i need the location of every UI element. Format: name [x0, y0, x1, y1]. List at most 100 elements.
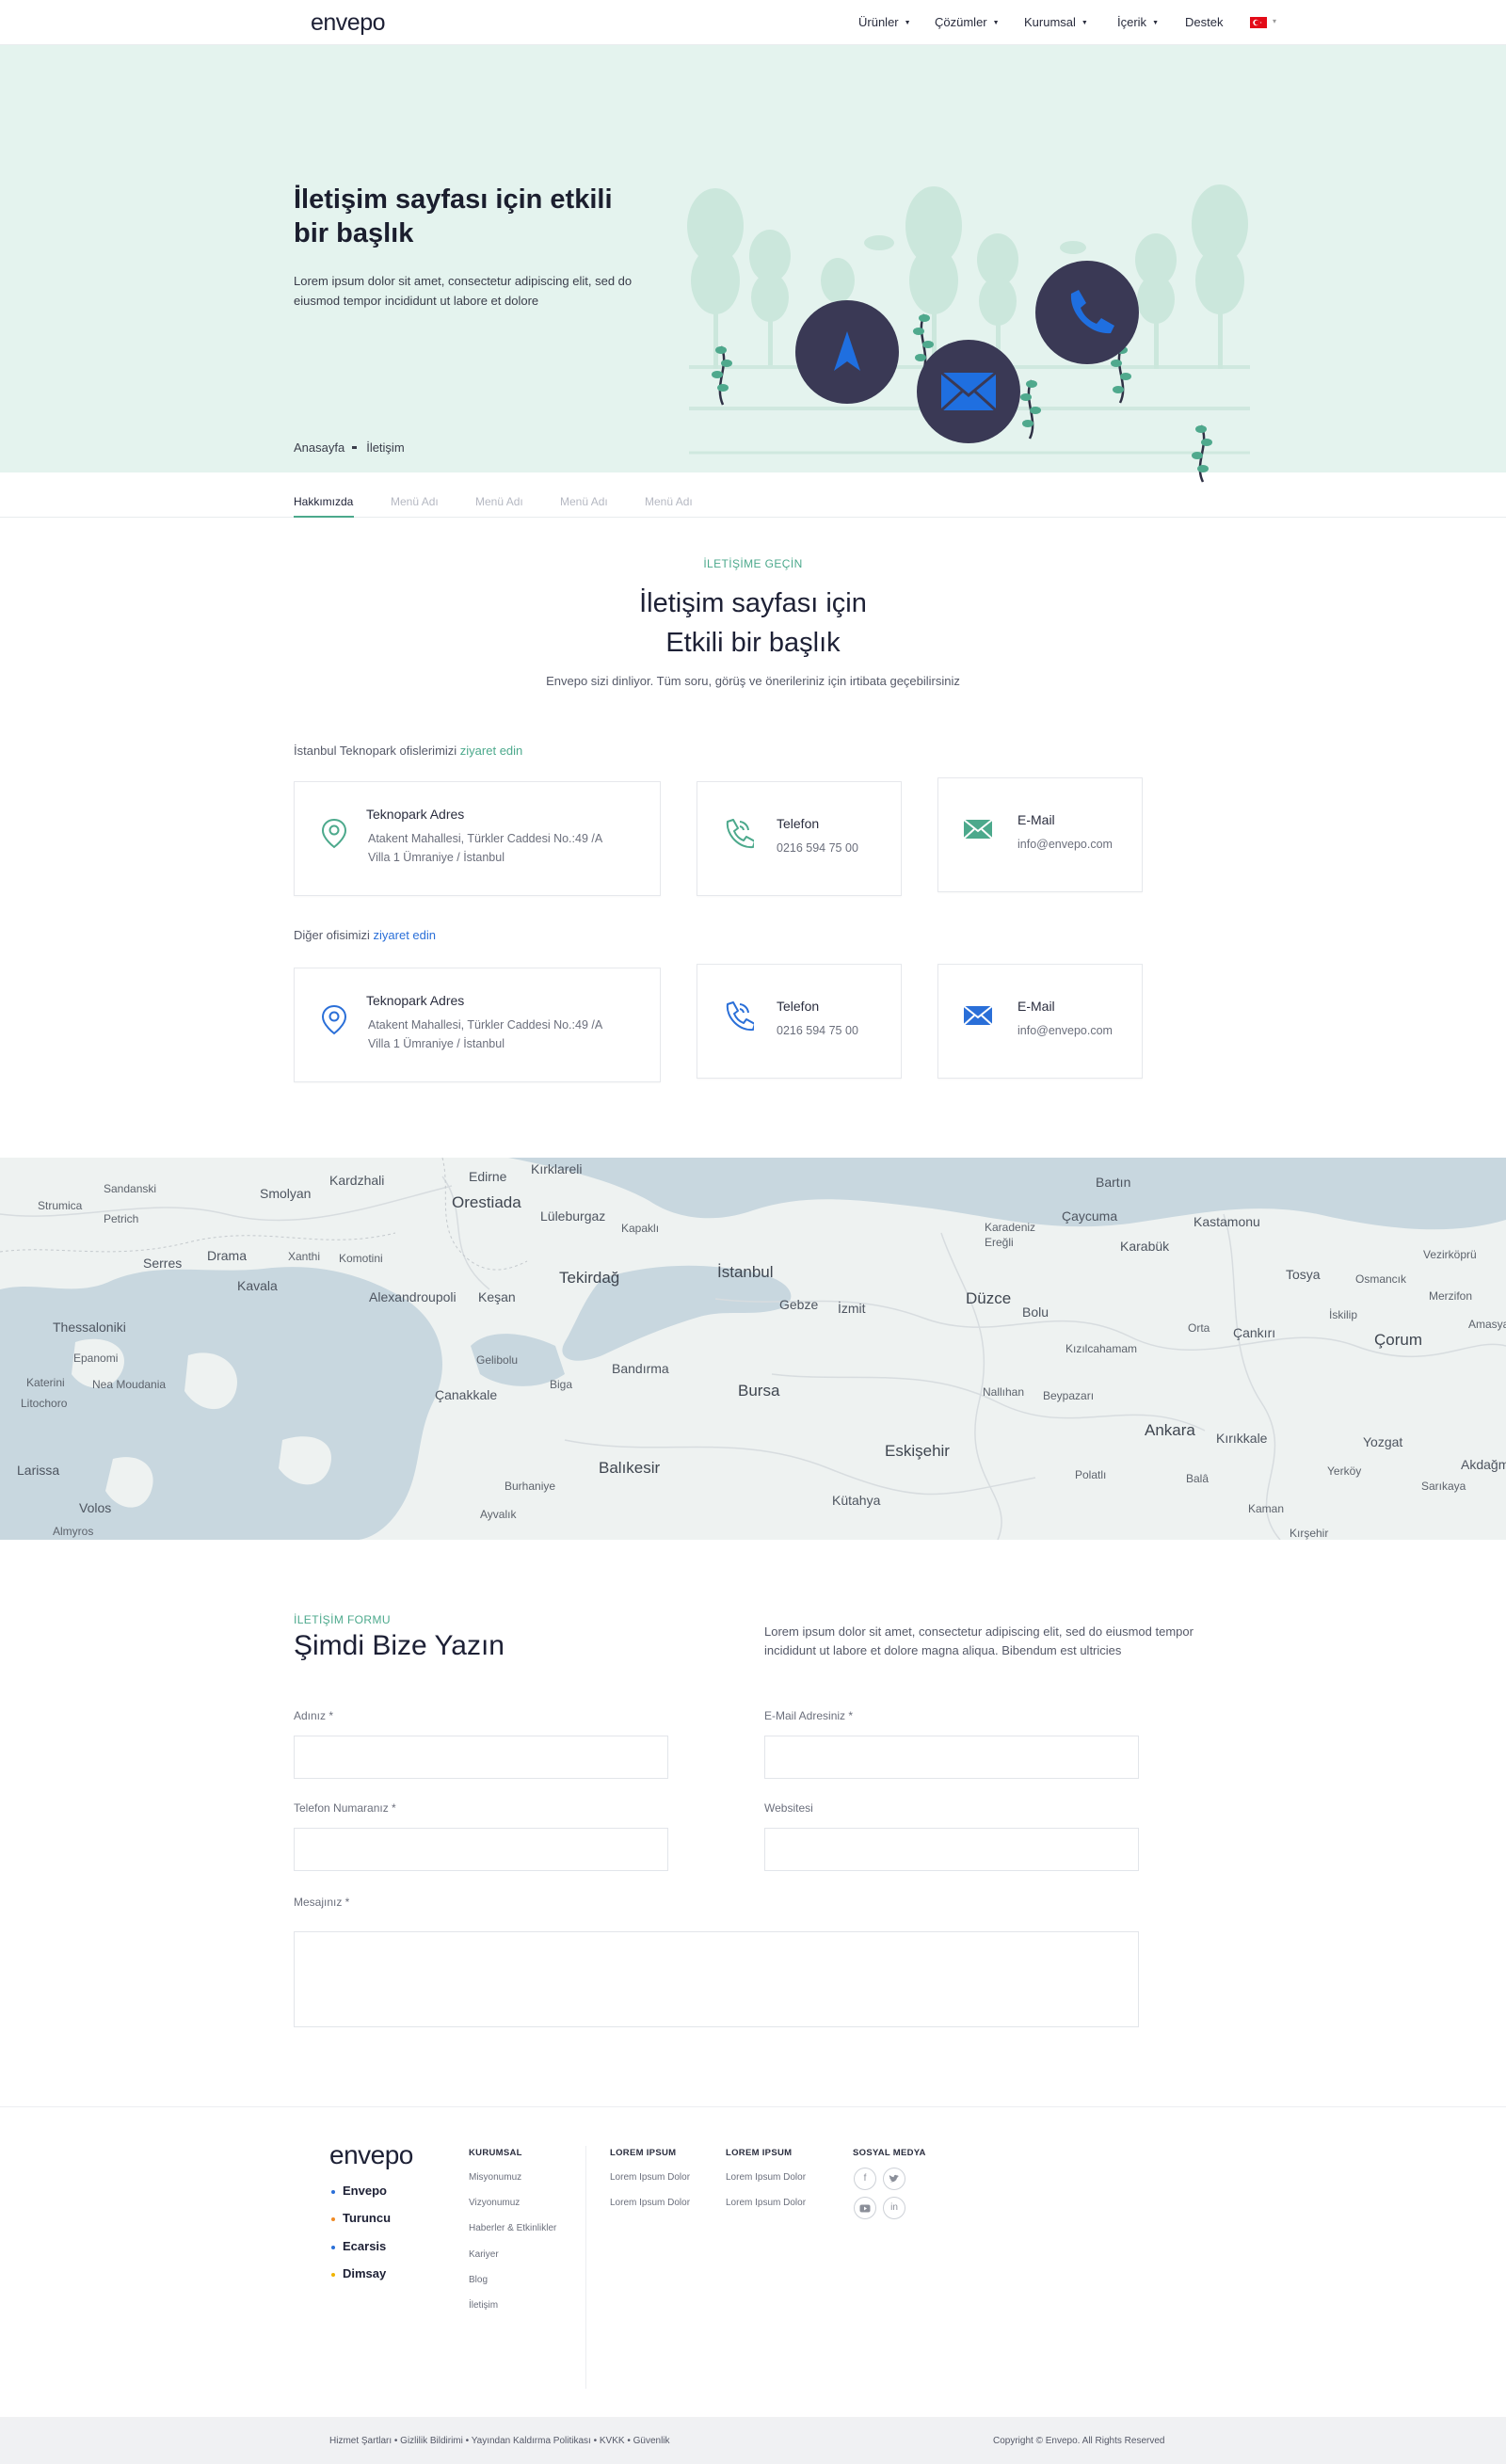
message-textarea[interactable]	[294, 1931, 1139, 2027]
footer-link[interactable]: İletişim	[469, 2300, 498, 2311]
footer-link[interactable]: Misyonumuz	[469, 2172, 521, 2183]
map-label: Merzifon	[1429, 1289, 1473, 1303]
subnav-menu-2[interactable]: Menü Adı	[475, 495, 523, 508]
map-label: Epanomi	[73, 1352, 119, 1365]
footer-brand-envepo[interactable]: Envepo	[331, 2184, 387, 2198]
nav-cozumler[interactable]: Çözümler ▼	[935, 15, 1000, 29]
map-label: Kaman	[1248, 1502, 1285, 1515]
facebook-icon[interactable]: f	[854, 2168, 876, 2190]
map-label: Thessaloniki	[53, 1320, 126, 1335]
footer-link[interactable]: Lorem Ipsum Dolor	[610, 2172, 690, 2183]
map-label: Orestiada	[452, 1193, 521, 1211]
form-description: Lorem ipsum dolor sit amet, consectetur …	[764, 1624, 1194, 1657]
footer-link[interactable]: Blog	[469, 2275, 488, 2285]
phone-title: Telefon	[777, 816, 820, 831]
office2-phone-card: Telefon 0216 594 75 00	[697, 964, 902, 1079]
map-label: Serres	[143, 1256, 183, 1271]
map-label: Sarıkaya	[1421, 1480, 1466, 1493]
envepo-logo[interactable]: envepo	[311, 9, 386, 37]
map-label: Komotini	[339, 1252, 383, 1265]
subnav-menu-4[interactable]: Menü Adı	[645, 495, 693, 508]
address-title: Teknopark Adres	[366, 993, 465, 1008]
language-caret-icon[interactable]: ▾	[1273, 17, 1276, 25]
footer-col-kurumsal-head: KURUMSAL	[469, 2148, 522, 2158]
footer-brand-turuncu[interactable]: Turuncu	[331, 2211, 391, 2225]
turkish-flag-icon[interactable]	[1250, 17, 1267, 28]
breadcrumb: Anasayfa İletişim	[294, 440, 405, 455]
footer-link[interactable]: Lorem Ipsum Dolor	[726, 2172, 806, 2183]
footer-link[interactable]: Vizyonumuz	[469, 2198, 520, 2208]
map-label: Eskişehir	[885, 1442, 950, 1460]
map-label: İskilip	[1329, 1308, 1358, 1321]
map-label: Gelibolu	[476, 1353, 519, 1367]
map-label: Xanthi	[288, 1250, 321, 1263]
map-label: Tekirdağ	[559, 1269, 620, 1287]
subnav-hakkimizda[interactable]: Hakkımızda	[294, 495, 353, 508]
email-address[interactable]: info@envepo.com	[1017, 835, 1290, 854]
map-label: Burhaniye	[505, 1480, 556, 1493]
nav-icerik[interactable]: İçerik ▼	[1117, 15, 1159, 29]
footer-link[interactable]: Lorem Ipsum Dolor	[726, 2198, 806, 2208]
footer-link[interactable]: Lorem Ipsum Dolor	[610, 2198, 690, 2208]
email-address[interactable]: info@envepo.com	[1017, 1021, 1290, 1040]
subnav-menu-1[interactable]: Menü Adı	[391, 495, 439, 508]
office2-address-card: Teknopark Adres Atakent Mahallesi, Türkl…	[294, 968, 661, 1082]
website-label: Websitesi	[764, 1801, 813, 1815]
name-input[interactable]	[294, 1736, 668, 1779]
map-label: Katerini	[26, 1376, 65, 1389]
address-title: Teknopark Adres	[366, 807, 465, 822]
office1-visit-link[interactable]: ziyaret edin	[460, 744, 522, 758]
subnav-active-indicator	[294, 516, 354, 518]
map-label: Strumica	[38, 1199, 83, 1212]
office2-label: Diğer ofisimizi ziyaret edin	[294, 928, 437, 942]
envelope-icon	[963, 819, 993, 840]
subnav-menu-3[interactable]: Menü Adı	[560, 495, 608, 508]
footer-brand-dimsay[interactable]: Dimsay	[331, 2266, 386, 2280]
map-label: Çaycuma	[1062, 1208, 1118, 1224]
brand-dot	[331, 2245, 335, 2249]
map-label: Osmancık	[1355, 1272, 1407, 1286]
sub-navigation: Hakkımızda Menü Adı Menü Adı Menü Adı Me…	[0, 472, 1506, 518]
office1-address-card: Teknopark Adres Atakent Mahallesi, Türkl…	[294, 781, 661, 896]
nav-destek[interactable]: Destek	[1185, 15, 1223, 29]
envelope-icon	[963, 1005, 993, 1026]
site-header: envepo Ürünler ▼ Çözümler ▼ Kurumsal ▼ İçer…	[0, 0, 1506, 45]
map-label: Lüleburgaz	[540, 1208, 606, 1224]
map-label: Alexandroupoli	[369, 1289, 457, 1304]
footer-col2-head: LOREM IPSUM	[610, 2148, 677, 2158]
footer-brand-ecarsis[interactable]: Ecarsis	[331, 2239, 386, 2253]
breadcrumb-home[interactable]: Anasayfa	[294, 440, 344, 455]
map-label: Litochoro	[21, 1397, 68, 1410]
nav-kurumsal[interactable]: Kurumsal ▼	[1024, 15, 1088, 29]
footer-link[interactable]: Kariyer	[469, 2249, 499, 2260]
office2-visit-link[interactable]: ziyaret edin	[374, 928, 436, 942]
office2-email-card: E-Mail info@envepo.com	[937, 964, 1143, 1079]
map-label: Gebze	[779, 1297, 819, 1312]
phone-input[interactable]	[294, 1828, 668, 1871]
map-label: Ayvalık	[480, 1508, 517, 1521]
footer-social-head: SOSYAL MEDYA	[853, 2148, 926, 2158]
twitter-icon[interactable]	[883, 2168, 905, 2190]
footer-link[interactable]: Haberler & Etkinlikler	[469, 2223, 556, 2233]
map-label: Akdağmadeni	[1461, 1457, 1506, 1472]
location-map[interactable]: Sandanski Strumica Petrich Kardzhali Smo…	[0, 1158, 1506, 1540]
email-title: E-Mail	[1017, 999, 1055, 1014]
map-label: Volos	[79, 1500, 112, 1515]
location-pin-icon	[321, 1004, 347, 1035]
contact-eyebrow: İLETİŞİME GEÇİN	[703, 557, 803, 570]
map-label: Bursa	[738, 1382, 780, 1400]
phone-label: Telefon Numaranız *	[294, 1801, 396, 1815]
map-label: Tosya	[1286, 1267, 1321, 1282]
nav-urunler[interactable]: Ürünler ▼	[858, 15, 911, 29]
address-text: Atakent Mahallesi, Türkler Caddesi No.:4…	[368, 1018, 603, 1050]
message-label: Mesajınız *	[294, 1896, 350, 1909]
footer-legal-links[interactable]: Hizmet Şartları • Gizlilik Bildirimi • Y…	[329, 2436, 670, 2446]
map-label: Nea Moudania	[92, 1378, 167, 1391]
email-input[interactable]	[764, 1736, 1139, 1779]
map-label: Çanakkale	[435, 1387, 498, 1402]
linkedin-icon[interactable]: in	[883, 2197, 905, 2219]
map-label: Smolyan	[260, 1186, 312, 1201]
youtube-icon[interactable]	[854, 2197, 876, 2219]
footer-logo[interactable]: envepo	[329, 2140, 413, 2170]
website-input[interactable]	[764, 1828, 1139, 1871]
